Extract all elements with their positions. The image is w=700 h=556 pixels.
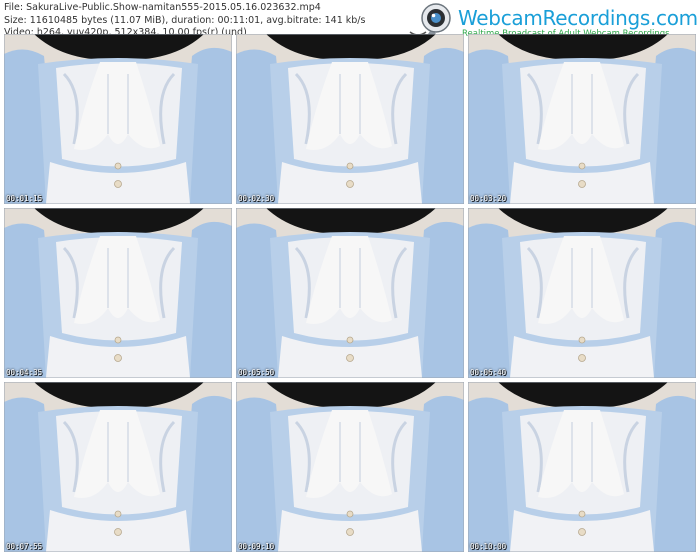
- video-frame: [4, 34, 232, 204]
- timestamp: 00:04:35: [6, 368, 43, 377]
- thumbnail: 00:05:50: [236, 208, 464, 378]
- thumbnail-grid: 00:01:15 00:02:30 00:03:20 00:04:35 00:0…: [4, 34, 696, 552]
- thumbnail: 00:06:40: [468, 208, 696, 378]
- thumbnail: 00:01:15: [4, 34, 232, 204]
- timestamp: 00:10:00: [470, 542, 507, 551]
- timestamp: 00:07:55: [6, 542, 43, 551]
- thumbnail: 00:09:10: [236, 382, 464, 552]
- video-frame: [236, 382, 464, 552]
- thumbnail: 00:10:00: [468, 382, 696, 552]
- timestamp: 00:09:10: [238, 542, 275, 551]
- thumbnail: 00:04:35: [4, 208, 232, 378]
- file-size-line: Size: 11610485 bytes (11.07 MiB), durati…: [4, 14, 366, 26]
- thumbnail: 00:02:30: [236, 34, 464, 204]
- timestamp: 00:05:50: [238, 368, 275, 377]
- video-frame: [468, 208, 696, 378]
- video-frame: [236, 34, 464, 204]
- timestamp: 00:06:40: [470, 368, 507, 377]
- video-frame: [468, 34, 696, 204]
- video-frame: [4, 382, 232, 552]
- timestamp: 00:03:20: [470, 194, 507, 203]
- brand-name: WebcamRecordings.com: [458, 6, 698, 30]
- video-frame: [236, 208, 464, 378]
- timestamp: 00:01:15: [6, 194, 43, 203]
- file-name-line: File: SakuraLive-Public.Show-namitan555-…: [4, 2, 321, 13]
- thumbnail: 00:03:20: [468, 34, 696, 204]
- timestamp: 00:02:30: [238, 194, 275, 203]
- video-frame: [4, 208, 232, 378]
- video-frame: [468, 382, 696, 552]
- thumbnail: 00:07:55: [4, 382, 232, 552]
